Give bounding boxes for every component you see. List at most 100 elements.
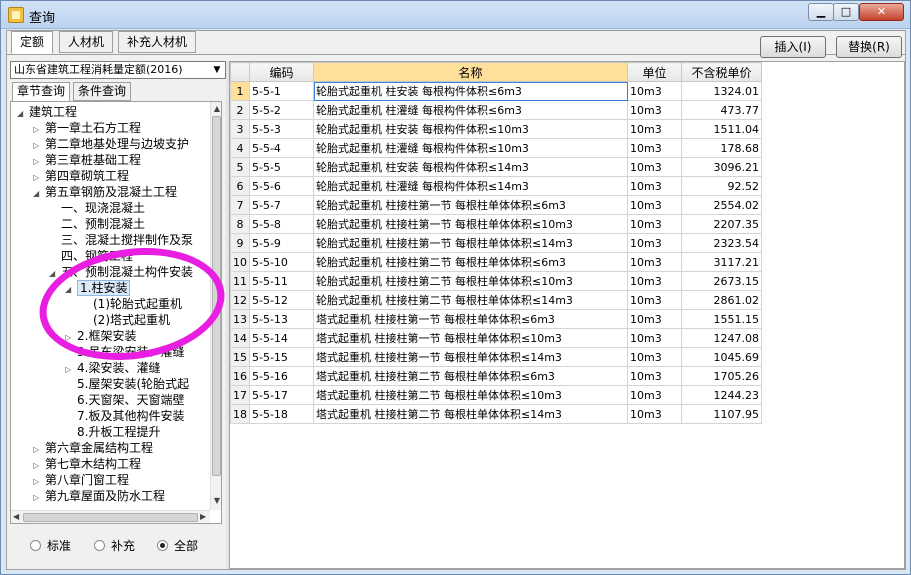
tree-item[interactable]: ▷ 第一章土石方工程 xyxy=(33,120,141,136)
radio-selected-icon[interactable] xyxy=(157,540,168,551)
cell-unit[interactable]: 10m3 xyxy=(627,290,682,310)
row-number[interactable]: 9 xyxy=(230,233,250,253)
row-number[interactable]: 1 xyxy=(230,81,250,101)
column-header-code[interactable]: 编码 xyxy=(249,62,314,82)
cell-name[interactable]: 轮胎式起重机 柱灌缝 每根构件体积≤10m3 xyxy=(313,138,628,158)
cell-price[interactable]: 178.68 xyxy=(681,138,762,158)
table-row[interactable]: 13 5-5-13 塔式起重机 柱接柱第一节 每根柱单体体积≤6m3 10m3 1551… xyxy=(230,309,762,329)
chevron-down-icon[interactable]: ▼ xyxy=(210,63,224,77)
table-row[interactable]: 9 5-5-9 轮胎式起重机 柱接柱第一节 每根柱单体体积≤14m3 10m3 2323… xyxy=(230,233,762,253)
tree-item[interactable]: 5.屋架安装(轮胎式起 xyxy=(65,376,189,392)
row-number[interactable]: 6 xyxy=(230,176,250,196)
cell-unit[interactable]: 10m3 xyxy=(627,195,682,215)
cell-name[interactable]: 塔式起重机 柱接柱第二节 每根柱单体体积≤14m3 xyxy=(313,404,628,424)
row-number[interactable]: 17 xyxy=(230,385,250,405)
cell-price[interactable]: 2554.02 xyxy=(681,195,762,215)
tree-item[interactable]: 二、预制混凝土 xyxy=(49,216,145,232)
cell-name[interactable]: 塔式起重机 柱接柱第二节 每根柱单体体积≤6m3 xyxy=(313,366,628,386)
cell-code[interactable]: 5-5-5 xyxy=(249,157,314,177)
cell-code[interactable]: 5-5-18 xyxy=(249,404,314,424)
row-number[interactable]: 18 xyxy=(230,404,250,424)
row-number[interactable]: 11 xyxy=(230,271,250,291)
tree-item[interactable]: ▷ 2.框架安装 xyxy=(65,328,136,344)
table-row[interactable]: 17 5-5-17 塔式起重机 柱接柱第二节 每根柱单体体积≤10m3 10m3 124… xyxy=(230,385,762,405)
tree-horizontal-scrollbar[interactable]: ◀ ▶ xyxy=(11,510,210,523)
row-number[interactable]: 13 xyxy=(230,309,250,329)
cell-code[interactable]: 5-5-10 xyxy=(249,252,314,272)
table-row[interactable]: 15 5-5-15 塔式起重机 柱接柱第一节 每根柱单体体积≤14m3 10m3 104… xyxy=(230,347,762,367)
cell-unit[interactable]: 10m3 xyxy=(627,347,682,367)
cell-name[interactable]: 塔式起重机 柱接柱第一节 每根柱单体体积≤14m3 xyxy=(313,347,628,367)
cell-price[interactable]: 1551.15 xyxy=(681,309,762,329)
cell-unit[interactable]: 10m3 xyxy=(627,271,682,291)
cell-price[interactable]: 3096.21 xyxy=(681,157,762,177)
table-row[interactable]: 12 5-5-12 轮胎式起重机 柱接柱第二节 每根柱单体体积≤14m3 10m3 28… xyxy=(230,290,762,310)
cell-name[interactable]: 塔式起重机 柱接柱第二节 每根柱单体体积≤10m3 xyxy=(313,385,628,405)
row-number[interactable]: 4 xyxy=(230,138,250,158)
tree-item[interactable]: 8.升板工程提升 xyxy=(65,424,160,440)
cell-price[interactable]: 2861.02 xyxy=(681,290,762,310)
cell-name[interactable]: 轮胎式起重机 柱接柱第一节 每根柱单体体积≤14m3 xyxy=(313,233,628,253)
tree-item[interactable]: ▷ 第四章砌筑工程 xyxy=(33,168,129,184)
cell-code[interactable]: 5-5-12 xyxy=(249,290,314,310)
table-row[interactable]: 4 5-5-4 轮胎式起重机 柱灌缝 每根构件体积≤10m3 10m3 178.68 xyxy=(230,138,762,158)
scroll-up-icon[interactable]: ▲ xyxy=(213,104,221,113)
cell-unit[interactable]: 10m3 xyxy=(627,81,682,101)
column-header-price[interactable]: 不含税单价 xyxy=(681,62,762,82)
row-number[interactable]: 16 xyxy=(230,366,250,386)
tab-quota[interactable]: 定额 xyxy=(11,31,54,54)
cell-name[interactable]: 轮胎式起重机 柱安装 每根构件体积≤6m3 xyxy=(313,81,628,101)
table-row[interactable]: 5 5-5-5 轮胎式起重机 柱安装 每根构件体积≤14m3 10m3 3096.21 xyxy=(230,157,762,177)
cell-price[interactable]: 1324.01 xyxy=(681,81,762,101)
tab-chapter-query[interactable]: 章节查询 xyxy=(12,82,71,102)
row-number[interactable]: 5 xyxy=(230,157,250,177)
table-row[interactable]: 16 5-5-16 塔式起重机 柱接柱第二节 每根柱单体体积≤6m3 10m3 1705… xyxy=(230,366,762,386)
cell-code[interactable]: 5-5-4 xyxy=(249,138,314,158)
tree-item[interactable]: ▷ 第三章桩基础工程 xyxy=(33,152,141,168)
table-row[interactable]: 11 5-5-11 轮胎式起重机 柱接柱第二节 每根柱单体体积≤10m3 10m3 26… xyxy=(230,271,762,291)
collapse-icon[interactable]: ◢ xyxy=(49,266,58,282)
tree-item[interactable]: ◢ 第五章钢筋及混凝土工程 xyxy=(33,184,177,200)
tab-supplement-labor-material-machine[interactable]: 补充人材机 xyxy=(118,31,197,53)
cell-price[interactable]: 2323.54 xyxy=(681,233,762,253)
tab-condition-query[interactable]: 条件查询 xyxy=(73,82,132,101)
cell-price[interactable]: 1705.26 xyxy=(681,366,762,386)
row-number[interactable]: 14 xyxy=(230,328,250,348)
cell-code[interactable]: 5-5-2 xyxy=(249,100,314,120)
column-header-unit[interactable]: 单位 xyxy=(627,62,682,82)
cell-name[interactable]: 轮胎式起重机 柱接柱第一节 每根柱单体体积≤10m3 xyxy=(313,214,628,234)
collapse-icon[interactable]: ◢ xyxy=(33,186,42,202)
cell-unit[interactable]: 10m3 xyxy=(627,328,682,348)
tree-item[interactable]: 7.板及其他构件安装 xyxy=(65,408,184,424)
tree-item[interactable]: ▷ 第六章金属结构工程 xyxy=(33,440,153,456)
tab-labor-material-machine[interactable]: 人材机 xyxy=(59,31,114,53)
tree-item[interactable]: 三、混凝土搅拌制作及泵 xyxy=(49,232,193,248)
cell-price[interactable]: 1244.23 xyxy=(681,385,762,405)
cell-name[interactable]: 轮胎式起重机 柱安装 每根构件体积≤14m3 xyxy=(313,157,628,177)
table-row[interactable]: 1 5-5-1 轮胎式起重机 柱安装 每根构件体积≤6m3 10m3 1324.01 xyxy=(230,81,762,101)
tree-item[interactable]: 3.吊车梁安装、灌缝 xyxy=(65,344,184,360)
tree-item[interactable]: ◢ 1.柱安装 xyxy=(65,280,131,298)
tree-vertical-scrollbar[interactable]: ▲ ▼ xyxy=(210,102,221,510)
cell-code[interactable]: 5-5-3 xyxy=(249,119,314,139)
cell-unit[interactable]: 10m3 xyxy=(627,385,682,405)
tree-item[interactable]: ▷ 第二章地基处理与边坡支护 xyxy=(33,136,189,152)
tree-item[interactable]: ◢ 建筑工程 xyxy=(17,104,77,120)
cell-name[interactable]: 轮胎式起重机 柱灌缝 每根构件体积≤6m3 xyxy=(313,100,628,120)
cell-price[interactable]: 3117.21 xyxy=(681,252,762,272)
collapse-icon[interactable]: ◢ xyxy=(17,106,26,122)
table-row[interactable]: 2 5-5-2 轮胎式起重机 柱灌缝 每根构件体积≤6m3 10m3 473.77 xyxy=(230,100,762,120)
scroll-thumb[interactable] xyxy=(23,513,198,522)
maximize-button[interactable]: □ xyxy=(833,3,859,21)
replace-button[interactable]: 替换(R) xyxy=(836,36,902,58)
scroll-down-icon[interactable]: ▼ xyxy=(213,496,221,505)
cell-code[interactable]: 5-5-1 xyxy=(249,81,314,101)
cell-code[interactable]: 5-5-7 xyxy=(249,195,314,215)
cell-unit[interactable]: 10m3 xyxy=(627,309,682,329)
radio-icon[interactable] xyxy=(94,540,105,551)
title-bar[interactable]: 查询 ▁ □ ✕ xyxy=(1,1,910,29)
cell-unit[interactable]: 10m3 xyxy=(627,176,682,196)
quota-set-select[interactable]: 山东省建筑工程消耗量定额(2016) ▼ xyxy=(10,61,226,79)
scroll-left-icon[interactable]: ◀ xyxy=(13,512,19,521)
collapse-icon[interactable]: ◢ xyxy=(65,282,74,298)
